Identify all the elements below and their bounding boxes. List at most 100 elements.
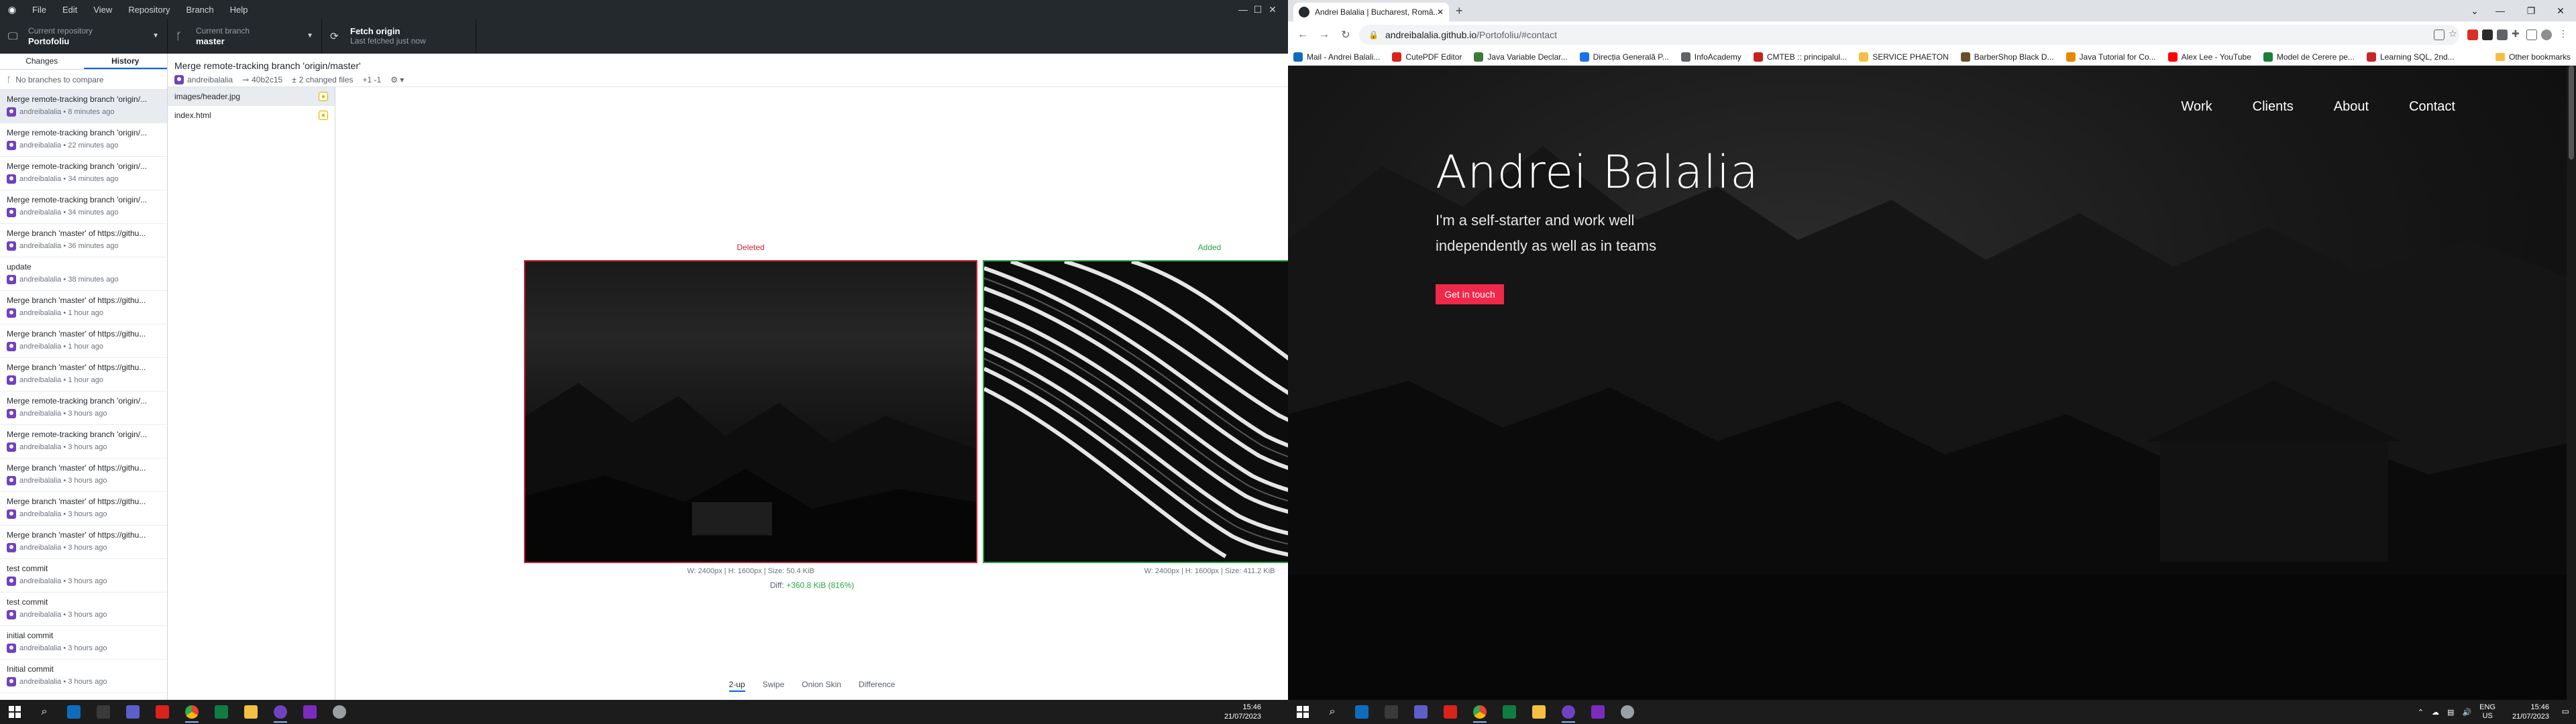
tab-close-icon[interactable]: ✕ — [1437, 7, 1444, 17]
extension-icon[interactable] — [2482, 29, 2493, 40]
commit-list-item[interactable]: initial commit andreibalalia • 3 hours ag… — [0, 626, 167, 660]
nav-clients[interactable]: Clients — [2253, 99, 2294, 115]
teams-icon[interactable] — [1406, 700, 1436, 724]
menu-view[interactable]: View — [85, 5, 120, 15]
app-icon[interactable] — [325, 700, 354, 724]
cloud-icon[interactable]: ☁ — [2432, 708, 2439, 717]
teams-icon[interactable] — [118, 700, 148, 724]
commit-list-item[interactable]: update andreibalalia • 38 minutes ago — [0, 257, 167, 291]
calculator-icon[interactable] — [1377, 700, 1406, 724]
commit-list-item[interactable]: Merge branch 'master' of https://githu..… — [0, 358, 167, 391]
clock[interactable]: 15:46 21/07/2023 — [2512, 703, 2549, 721]
search-icon[interactable]: ⌕ — [30, 700, 59, 724]
start-windows-icon[interactable] — [1288, 700, 1318, 724]
star-icon[interactable]: ☆ — [2449, 28, 2459, 39]
file-row[interactable]: index.html — [168, 106, 335, 125]
network-icon[interactable]: ▤ — [2447, 708, 2454, 717]
chrome-icon[interactable] — [1465, 700, 1495, 724]
address-bar[interactable]: 🔒 andreibalalia.github.io/Portofoliu/#co… — [1359, 25, 2459, 45]
github-desktop-icon[interactable] — [1554, 700, 1583, 724]
acrobat-icon[interactable] — [148, 700, 177, 724]
commit-list-item[interactable]: Merge branch 'master' of https://githu..… — [0, 224, 167, 257]
mode-onion-skin[interactable]: Onion Skin — [802, 680, 841, 692]
restore-icon[interactable]: ❐ — [2516, 0, 2546, 21]
current-branch-button[interactable]: ᚴ Current branch master ▼ — [168, 19, 322, 54]
bookmark-item[interactable]: CMTEB :: principalul... — [1753, 52, 1847, 62]
file-explorer-icon[interactable] — [1524, 700, 1554, 724]
forward-icon[interactable]: → — [1313, 29, 1335, 41]
scrollbar[interactable] — [2567, 66, 2576, 700]
reload-icon[interactable]: ↻ — [1335, 28, 1356, 42]
puzzle-icon[interactable]: ✚ — [2512, 28, 2522, 39]
commit-list-item[interactable]: Merge remote-tracking branch 'origin/...… — [0, 123, 167, 157]
commit-list-item[interactable]: Merge branch 'master' of https://githu..… — [0, 459, 167, 492]
chrome-icon[interactable] — [177, 700, 207, 724]
mode-2-up[interactable]: 2-up — [729, 680, 745, 692]
bookmark-item[interactable]: Java Variable Declar... — [1474, 52, 1568, 62]
commit-list-item[interactable]: Merge branch 'master' of https://githu..… — [0, 291, 167, 324]
bookmark-item[interactable]: Alex Lee - YouTube — [2167, 52, 2251, 62]
commit-list-item[interactable]: test commit andreibalalia • 3 hours ago — [0, 559, 167, 593]
commit-list-item[interactable]: Merge remote-tracking branch 'origin/...… — [0, 190, 167, 224]
calculator-icon[interactable] — [89, 700, 118, 724]
outlook-icon[interactable] — [59, 700, 89, 724]
current-repository-button[interactable]: 🖵 Current repository Portofoliu ▼ — [0, 19, 168, 54]
share-icon[interactable] — [2434, 29, 2445, 40]
sidepanel-icon[interactable] — [2526, 29, 2537, 40]
tab-changes[interactable]: Changes — [0, 54, 84, 69]
nav-work[interactable]: Work — [2181, 99, 2212, 115]
get-in-touch-button[interactable]: Get in touch — [1436, 284, 1504, 304]
excel-icon[interactable] — [207, 700, 236, 724]
mode-swipe[interactable]: Swipe — [763, 680, 785, 692]
fetch-origin-button[interactable]: ⟳ Fetch origin Last fetched just now — [322, 19, 476, 54]
bookmark-item[interactable]: Learning SQL, 2nd... — [2366, 52, 2455, 62]
menu-branch[interactable]: Branch — [178, 5, 221, 15]
tab-history[interactable]: History — [83, 54, 167, 69]
commit-list-item[interactable]: Merge remote-tracking branch 'origin/...… — [0, 425, 167, 459]
app-icon[interactable] — [1613, 700, 1642, 724]
nav-about[interactable]: About — [2334, 99, 2369, 115]
language-indicator[interactable]: ENG US — [2479, 703, 2496, 721]
new-tab-icon[interactable]: + — [1456, 4, 1463, 18]
commit-list-item[interactable]: Merge branch 'master' of https://githu..… — [0, 526, 167, 559]
bookmark-item[interactable]: Java Tutorial for Co... — [2065, 52, 2156, 62]
start-windows-icon[interactable] — [0, 700, 30, 724]
close-icon[interactable]: ✕ — [1257, 0, 1288, 19]
menu-edit[interactable]: Edit — [54, 5, 85, 15]
outlook-icon[interactable] — [1347, 700, 1377, 724]
commit-list-item[interactable]: test commit andreibalalia • 3 hours ago — [0, 593, 167, 626]
volume-icon[interactable]: 🔊 — [2462, 708, 2471, 717]
minimize-icon[interactable]: — — [2485, 0, 2516, 21]
extension-icon[interactable] — [2467, 29, 2478, 40]
chevron-up-icon[interactable]: ⌃ — [2418, 708, 2424, 717]
browser-tab[interactable]: Andrei Balalia | Bucharest, Româ... ✕ — [1293, 3, 1449, 21]
menu-kebab-icon[interactable]: ⋮ — [2559, 28, 2569, 39]
github-desktop-icon[interactable] — [266, 700, 295, 724]
bookmark-item[interactable]: BarberShop Black D... — [1960, 52, 2054, 62]
menu-file[interactable]: File — [24, 5, 54, 15]
acrobat-icon[interactable] — [1436, 700, 1465, 724]
profile-avatar[interactable] — [2541, 29, 2552, 40]
commit-list-item[interactable]: Initial commit andreibalalia • 3 hours ag… — [0, 660, 167, 693]
file-explorer-icon[interactable] — [236, 700, 266, 724]
lock-icon[interactable]: 🔒 — [1368, 30, 1379, 40]
bookmark-item[interactable]: Model de Cerere pe... — [2263, 52, 2355, 62]
bookmark-item[interactable]: CutePDF Editor — [1392, 52, 1462, 62]
commit-list-item[interactable]: Merge remote-tracking branch 'origin/...… — [0, 391, 167, 425]
scrollbar-thumb[interactable] — [2569, 66, 2574, 160]
menu-help[interactable]: Help — [222, 5, 256, 15]
extension-icon[interactable] — [2497, 29, 2508, 40]
settings-gear-icon[interactable]: ⚙ ▾ — [390, 75, 404, 84]
intellij-icon[interactable] — [295, 700, 325, 724]
clock[interactable]: 15:46 21/07/2023 — [1224, 703, 1261, 721]
commit-list-item[interactable]: Merge branch 'master' of https://githu..… — [0, 324, 167, 358]
other-bookmarks-folder[interactable]: Other bookmarks — [2495, 52, 2571, 62]
excel-icon[interactable] — [1495, 700, 1524, 724]
branch-compare[interactable]: ᚴ No branches to compare — [0, 70, 167, 90]
bookmark-item[interactable]: InfoAcademy — [1680, 52, 1741, 62]
intellij-icon[interactable] — [1583, 700, 1613, 724]
commit-sha[interactable]: ⊸ 40b2c15 — [242, 75, 282, 84]
commit-list-item[interactable]: Merge remote-tracking branch 'origin/...… — [0, 157, 167, 190]
file-row[interactable]: images/header.jpg — [168, 87, 335, 106]
mode-difference[interactable]: Difference — [859, 680, 895, 692]
